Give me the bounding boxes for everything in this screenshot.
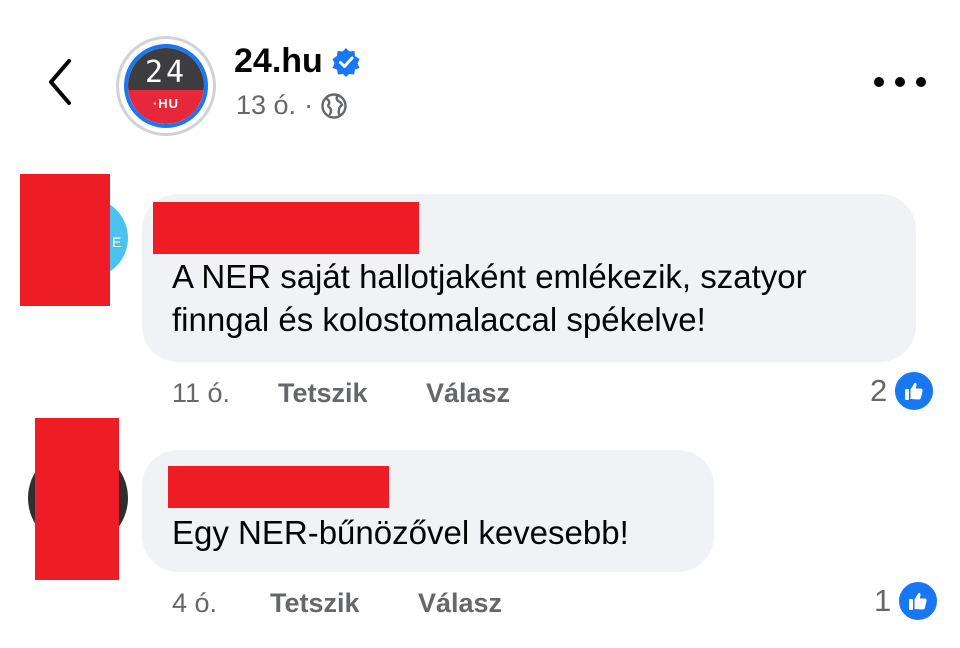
comment-time[interactable]: 4 ó. [172,588,270,619]
post-time[interactable]: 13 ó. [236,90,296,121]
chevron-left-icon [49,59,71,105]
reply-button[interactable]: Válasz [426,378,510,409]
page-name[interactable]: 24.hu [234,42,323,81]
comment-actions: 11 ó. Tetszik Válasz [172,378,510,409]
reaction-summary[interactable]: 2 [870,370,936,412]
like-button[interactable]: Tetszik [270,588,418,619]
like-reaction-icon [897,580,940,622]
page-name-row: 24.hu [234,42,361,81]
post-meta: 13 ó. · [236,90,347,121]
verified-badge-icon [332,47,360,77]
more-dots-icon [874,77,884,87]
back-button[interactable] [38,52,82,112]
logo-top-text: 24 [144,54,188,90]
redacted-avatar [35,418,119,580]
page-avatar[interactable]: 24 ·HU [116,36,216,136]
comment-text: Egy NER-bűnözővel kevesebb! [172,514,629,551]
like-button[interactable]: Tetszik [278,378,426,409]
avatar-letter: E [112,234,122,250]
redacted-author-name [168,466,389,508]
redacted-avatar [20,174,110,306]
reaction-count: 1 [874,583,892,618]
meta-separator: · [304,90,314,120]
reaction-count: 2 [870,373,888,408]
reaction-summary[interactable]: 1 [874,580,940,622]
redacted-author-name [153,202,419,254]
logo-bottom-text: ·HU [152,95,180,111]
more-options-button[interactable] [874,72,926,92]
comment-text: A NER saját hallotjaként emlékezik, szat… [172,258,807,338]
comment-actions: 4 ó. Tetszik Válasz [172,588,502,619]
like-reaction-icon [893,370,936,412]
comment-time[interactable]: 11 ó. [172,378,278,409]
globe-icon [321,92,347,119]
reply-button[interactable]: Válasz [418,588,502,619]
